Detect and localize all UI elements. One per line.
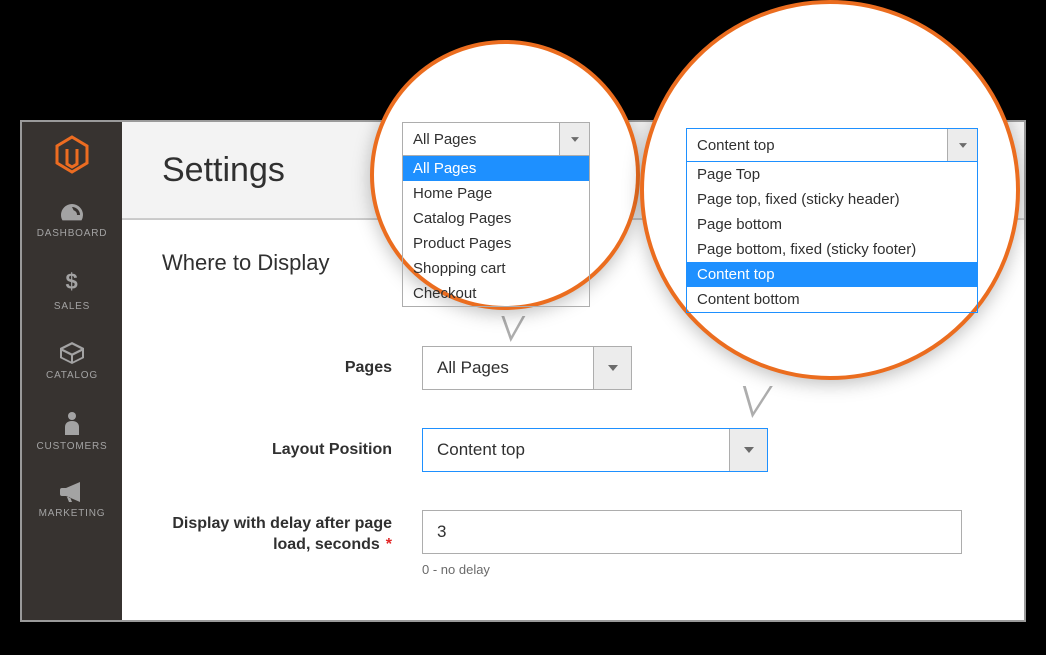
required-marker: *	[386, 536, 392, 553]
layout-option[interactable]: Page Top	[687, 162, 977, 187]
pages-select[interactable]: All Pages	[422, 346, 632, 390]
sidebar-item-customers[interactable]: CUSTOMERS	[37, 411, 108, 452]
pages-option[interactable]: Checkout	[403, 281, 589, 306]
delay-label: Display with delay after page load, seco…	[162, 510, 422, 556]
field-layout: Layout Position Content top	[162, 428, 984, 472]
layout-label: Layout Position	[162, 440, 422, 461]
callout-pointer	[499, 316, 526, 342]
box-icon	[60, 342, 84, 364]
pages-label: Pages	[162, 358, 422, 379]
dollar-icon: $	[65, 269, 78, 295]
layout-option[interactable]: Content bottom	[687, 287, 977, 312]
layout-dropdown-value: Content top	[687, 137, 947, 154]
callout-pages: All Pages All Pages Home Page Catalog Pa…	[370, 40, 640, 310]
nav-label: CUSTOMERS	[37, 441, 108, 452]
layout-option[interactable]: Page top, fixed (sticky header)	[687, 187, 977, 212]
gauge-icon	[59, 202, 85, 222]
layout-value: Content top	[423, 440, 729, 460]
sidebar-item-sales[interactable]: $ SALES	[54, 269, 90, 312]
pages-option[interactable]: Shopping cart	[403, 256, 589, 281]
person-icon	[63, 411, 81, 435]
pages-option[interactable]: Product Pages	[403, 231, 589, 256]
sidebar-item-catalog[interactable]: CATALOG	[46, 342, 98, 381]
layout-select[interactable]: Content top	[422, 428, 768, 472]
pages-value: All Pages	[423, 358, 593, 378]
megaphone-icon	[60, 482, 84, 502]
layout-dropdown-list: Page Top Page top, fixed (sticky header)…	[686, 162, 978, 313]
pages-option[interactable]: All Pages	[403, 156, 589, 181]
delay-input[interactable]	[422, 510, 962, 554]
sidebar: DASHBOARD $ SALES CATALOG CUSTOMERS MARK…	[22, 122, 122, 620]
nav-label: DASHBOARD	[37, 228, 108, 239]
magento-logo	[54, 134, 90, 174]
layout-option[interactable]: Page bottom, fixed (sticky footer)	[687, 237, 977, 262]
pages-option[interactable]: Home Page	[403, 181, 589, 206]
sidebar-item-dashboard[interactable]: DASHBOARD	[37, 202, 108, 239]
magento-icon	[54, 134, 90, 174]
nav-label: MARKETING	[39, 508, 106, 519]
nav-label: SALES	[54, 301, 90, 312]
chevron-down-icon	[729, 429, 767, 471]
pages-dropdown-list: All Pages Home Page Catalog Pages Produc…	[402, 156, 590, 307]
pages-option[interactable]: Catalog Pages	[403, 206, 589, 231]
chevron-down-icon	[947, 129, 977, 161]
field-delay: Display with delay after page load, seco…	[162, 510, 984, 577]
callout-layout: Content top Page Top Page top, fixed (st…	[640, 0, 1020, 380]
delay-hint: 0 - no delay	[422, 562, 962, 577]
layout-option[interactable]: Page bottom	[687, 212, 977, 237]
pages-dropdown-value: All Pages	[403, 131, 559, 148]
chevron-down-icon	[559, 123, 589, 155]
sidebar-item-marketing[interactable]: MARKETING	[39, 482, 106, 519]
layout-option[interactable]: Content top	[687, 262, 977, 287]
callout-pointer	[737, 386, 773, 418]
chevron-down-icon	[593, 347, 631, 389]
nav-label: CATALOG	[46, 370, 98, 381]
page-title: Settings	[162, 151, 285, 190]
pages-dropdown-combo[interactable]: All Pages	[402, 122, 590, 156]
layout-dropdown-combo[interactable]: Content top	[686, 128, 978, 162]
